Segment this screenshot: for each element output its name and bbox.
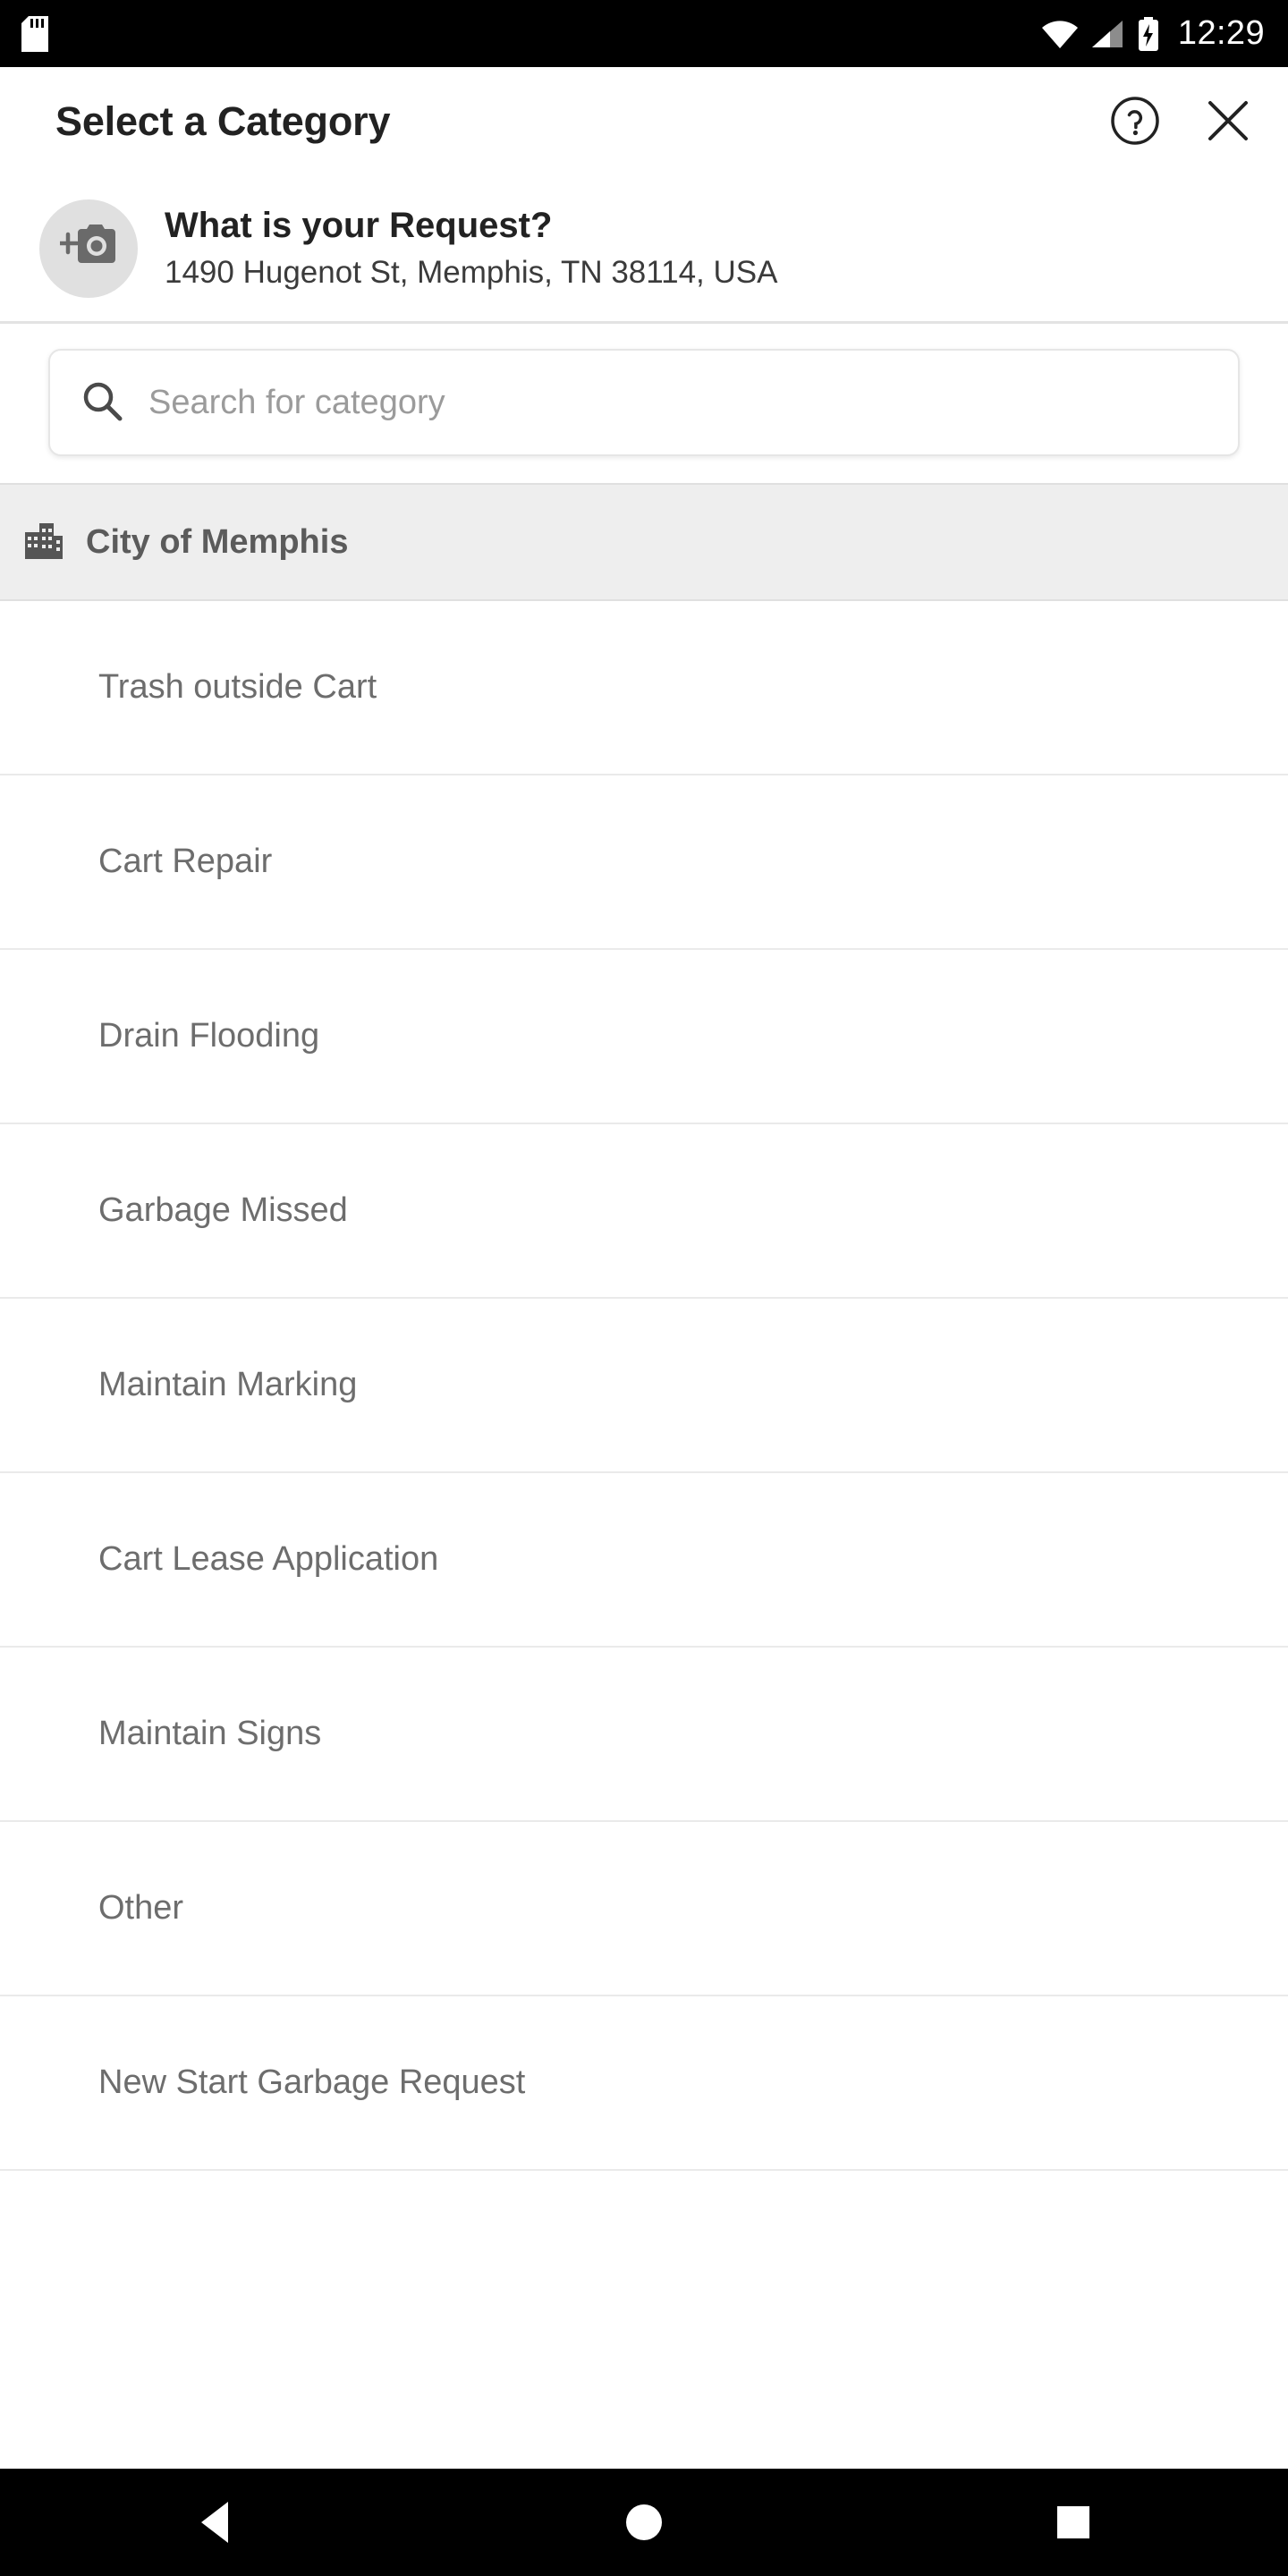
status-bar-right: 12:29 bbox=[1040, 14, 1265, 53]
category-label: Maintain Marking bbox=[98, 1366, 358, 1403]
list-item[interactable]: Drain Flooding bbox=[0, 950, 1288, 1124]
header-actions bbox=[1107, 94, 1256, 149]
cellular-signal-icon bbox=[1090, 19, 1126, 49]
category-label: Trash outside Cart bbox=[98, 668, 377, 706]
request-address: 1490 Hugenot St, Memphis, TN 38114, USA bbox=[165, 255, 778, 291]
category-label: Maintain Signs bbox=[98, 1715, 322, 1752]
category-list[interactable]: Trash outside Cart Cart Repair Drain Flo… bbox=[0, 601, 1288, 2469]
close-icon bbox=[1204, 97, 1252, 148]
wifi-icon bbox=[1040, 19, 1080, 49]
back-triangle-icon bbox=[201, 2502, 228, 2543]
status-bar-left bbox=[21, 15, 48, 52]
list-item[interactable]: Maintain Marking bbox=[0, 1299, 1288, 1473]
home-nav-button[interactable] bbox=[581, 2469, 707, 2576]
search-icon bbox=[80, 379, 123, 427]
section-header-city-of-memphis: City of Memphis bbox=[0, 483, 1288, 601]
home-circle-icon bbox=[626, 2504, 662, 2540]
list-item[interactable]: New Start Garbage Request bbox=[0, 1996, 1288, 2171]
category-label: Garbage Missed bbox=[98, 1191, 348, 1229]
category-label: Other bbox=[98, 1889, 184, 1927]
request-summary-row[interactable]: What is your Request? 1490 Hugenot St, M… bbox=[0, 176, 1288, 321]
request-title: What is your Request? bbox=[165, 206, 553, 246]
list-item[interactable]: Maintain Signs bbox=[0, 1648, 1288, 1822]
back-nav-button[interactable] bbox=[152, 2469, 277, 2576]
search-box[interactable] bbox=[48, 349, 1240, 456]
category-label: Cart Repair bbox=[98, 843, 273, 880]
section-header-label: City of Memphis bbox=[86, 522, 349, 561]
city-building-icon bbox=[23, 520, 64, 565]
avatar[interactable] bbox=[39, 199, 138, 298]
category-label: Cart Lease Application bbox=[98, 1540, 439, 1578]
help-button[interactable] bbox=[1107, 94, 1163, 149]
search-section bbox=[0, 324, 1288, 483]
android-navigation-bar bbox=[0, 2469, 1288, 2576]
screen-header: Select a Category bbox=[0, 67, 1288, 176]
category-label: Drain Flooding bbox=[98, 1017, 320, 1055]
app-screen: 12:29 Select a Category What is your Req… bbox=[0, 0, 1288, 2576]
search-input[interactable] bbox=[148, 383, 1208, 422]
close-button[interactable] bbox=[1200, 94, 1256, 149]
help-icon bbox=[1109, 95, 1161, 149]
battery-charging-icon bbox=[1137, 16, 1160, 51]
request-text-block: What is your Request? 1490 Hugenot St, M… bbox=[165, 203, 777, 293]
recents-square-icon bbox=[1057, 2506, 1089, 2538]
list-item[interactable]: Garbage Missed bbox=[0, 1124, 1288, 1299]
list-item[interactable]: Cart Lease Application bbox=[0, 1473, 1288, 1648]
list-item[interactable]: Cart Repair bbox=[0, 775, 1288, 950]
list-item[interactable]: Other bbox=[0, 1822, 1288, 1996]
add-photo-icon bbox=[56, 222, 117, 276]
list-item[interactable]: Trash outside Cart bbox=[0, 601, 1288, 775]
sd-card-icon bbox=[21, 15, 48, 52]
status-bar-clock: 12:29 bbox=[1177, 14, 1265, 52]
status-bar: 12:29 bbox=[0, 0, 1288, 67]
page-title: Select a Category bbox=[55, 98, 391, 144]
category-label: New Start Garbage Request bbox=[98, 2063, 526, 2101]
recents-nav-button[interactable] bbox=[1011, 2469, 1136, 2576]
